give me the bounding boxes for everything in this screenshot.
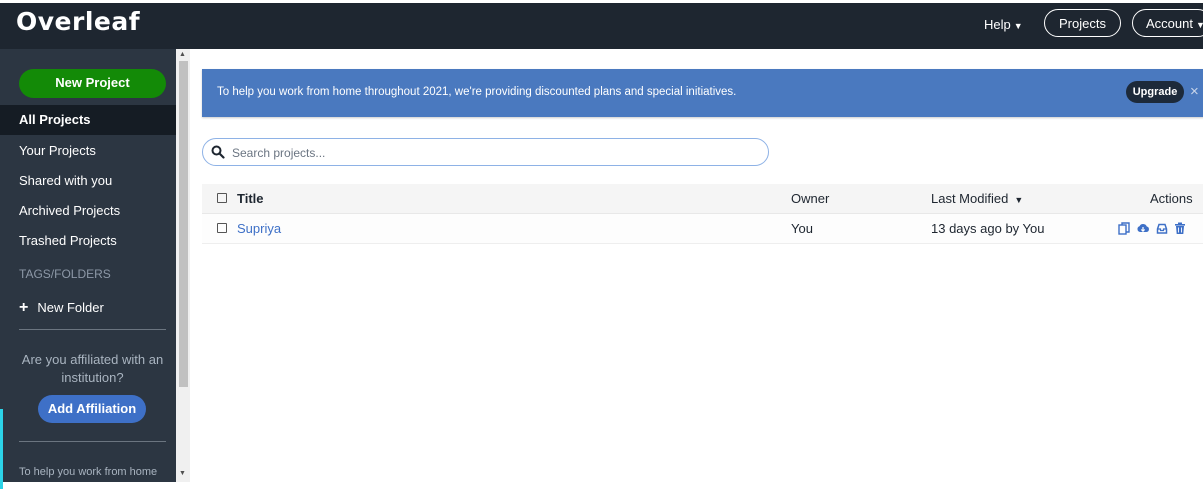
scroll-up-arrow-icon[interactable]: ▲	[179, 51, 186, 58]
last-modified-column-header[interactable]: Last Modified ▼	[931, 191, 1023, 206]
tags-folders-heading: TAGS/FOLDERS	[19, 267, 111, 281]
sidebar-bottom-text: To help you work from home	[19, 466, 158, 478]
left-edge-accent	[0, 409, 3, 489]
sidebar-item-shared-with-you[interactable]: Shared with you	[0, 166, 176, 196]
title-column-header[interactable]: Title	[237, 191, 264, 206]
owner-column-header[interactable]: Owner	[791, 191, 829, 206]
close-icon[interactable]: ×	[1190, 83, 1199, 100]
actions-column-header: Actions	[1150, 191, 1193, 206]
sidebar-item-trashed-projects[interactable]: Trashed Projects	[0, 226, 176, 256]
account-menu[interactable]: Account ▼	[1132, 9, 1203, 37]
search-icon	[211, 145, 225, 159]
sidebar-divider	[19, 329, 166, 330]
new-folder-label: New Folder	[37, 300, 104, 315]
plus-icon: +	[19, 299, 29, 316]
sidebar-scrollbar[interactable]: ▲ ▼	[176, 49, 190, 482]
account-label: Account	[1146, 16, 1193, 31]
project-title-link[interactable]: Supriya	[237, 221, 281, 236]
help-label: Help	[984, 17, 1011, 32]
search-input[interactable]	[230, 143, 754, 163]
projects-button[interactable]: Projects	[1044, 9, 1121, 37]
add-affiliation-button[interactable]: Add Affiliation	[38, 395, 146, 423]
project-owner: You	[791, 221, 813, 236]
sort-caret-icon: ▼	[1014, 195, 1024, 205]
caret-down-icon: ▼	[1013, 21, 1023, 31]
sidebar-item-all-projects[interactable]: All Projects	[0, 105, 176, 135]
select-all-checkbox[interactable]	[217, 193, 227, 203]
sidebar: New Project All Projects Your Projects S…	[0, 49, 176, 489]
project-last-modified: 13 days ago by You	[931, 221, 1045, 236]
promo-banner: To help you work from home throughout 20…	[202, 69, 1203, 117]
scroll-down-arrow-icon[interactable]: ▼	[179, 470, 186, 477]
archive-icon[interactable]	[1156, 222, 1168, 235]
last-modified-label: Last Modified	[931, 191, 1009, 206]
row-checkbox[interactable]	[217, 223, 227, 233]
trash-icon[interactable]	[1174, 222, 1186, 235]
affiliation-prompt: Are you affiliated with an institution?	[21, 352, 164, 385]
sidebar-divider	[19, 441, 166, 442]
table-row[interactable]: Supriya You 13 days ago by You	[202, 214, 1203, 244]
project-table-header: Title Owner Last Modified ▼ Actions	[202, 184, 1203, 214]
download-icon[interactable]	[1137, 222, 1149, 235]
help-menu[interactable]: Help ▼	[984, 17, 1023, 32]
new-project-button[interactable]: New Project	[19, 69, 166, 98]
sidebar-item-archived-projects[interactable]: Archived Projects	[0, 196, 176, 226]
banner-text: To help you work from home throughout 20…	[217, 86, 737, 98]
copy-icon[interactable]	[1118, 222, 1130, 235]
new-folder-button[interactable]: + New Folder	[19, 299, 104, 317]
row-actions	[1118, 222, 1188, 236]
caret-down-icon: ▼	[1195, 20, 1203, 30]
overleaf-logo[interactable]: Overleaf	[16, 7, 140, 36]
scrollbar-thumb[interactable]	[179, 61, 188, 387]
upgrade-button[interactable]: Upgrade	[1126, 81, 1184, 103]
top-navbar: Overleaf Help ▼ Projects Account ▼	[0, 3, 1203, 49]
search-box	[202, 138, 769, 166]
sidebar-item-your-projects[interactable]: Your Projects	[0, 136, 176, 166]
